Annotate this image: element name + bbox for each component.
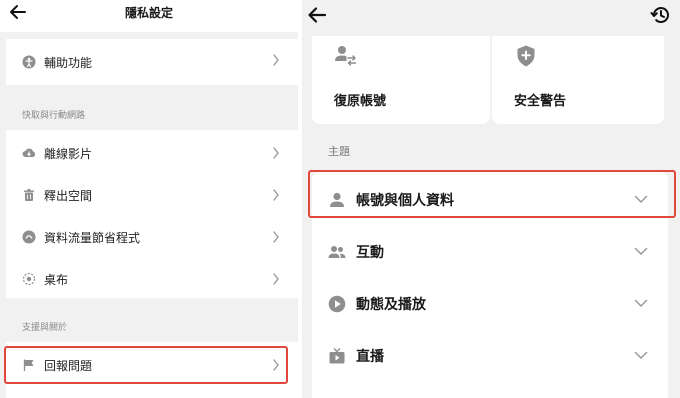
cache-network-card: 離線影片 釋出空間 資料流量節省程式 桌布 [6,130,298,298]
chevron-right-icon [273,359,279,371]
tile-restore-account[interactable]: 復原帳號 [312,36,490,124]
topic-label: 互動 [356,245,384,261]
settings-item-label: 輔助功能 [44,55,93,70]
topic-live[interactable]: 直播 [312,330,668,382]
right-header [302,0,680,32]
live-tv-icon [328,347,346,365]
trash-icon [22,188,36,202]
privacy-settings-panel: 隱私設定 輔助功能 快取與行動網路 離線影片 釋出空間 資料流量節省程式 桌布 … [0,0,298,398]
tile-label: 復原帳號 [334,94,387,109]
section-header-support: 支援與關於 [22,323,68,333]
settings-item-report-problem[interactable]: 回報問題 [6,344,298,386]
chevron-down-icon [634,195,648,204]
chevron-right-icon [273,54,279,66]
left-header: 隱私設定 [0,0,298,32]
accessibility-icon [22,55,36,69]
page-title: 隱私設定 [124,6,173,20]
settings-item-label: 桌布 [44,272,69,287]
settings-item-free-space[interactable]: 釋出空間 [6,174,298,216]
topic-account-profile[interactable]: 帳號與個人資料 [312,174,668,226]
back-arrow-icon[interactable] [306,4,328,26]
topic-label: 動態及播放 [356,297,426,313]
settings-item-accessibility[interactable]: 輔助功能 [6,39,298,85]
topic-label: 直播 [356,349,384,365]
history-icon[interactable] [650,4,672,26]
settings-item-label: 資料流量節省程式 [44,230,141,245]
topic-label: 帳號與個人資料 [356,193,454,209]
topic-interaction[interactable]: 互動 [312,226,668,278]
settings-item-label: 回報問題 [44,358,93,373]
support-card: 回報問題 [6,342,298,398]
cloud-download-icon [22,146,36,160]
wallpaper-icon [22,272,36,286]
chevron-down-icon [634,351,648,360]
people-icon [328,243,346,261]
data-saver-icon [22,230,36,244]
tile-label: 安全警告 [514,94,567,109]
person-icon [328,191,346,209]
section-header-topics: 主題 [328,145,350,158]
settings-item-label: 離線影片 [44,146,93,161]
help-topics-panel: 復原帳號 安全警告 主題 帳號與個人資料 互動 動態及播放 直播 [302,0,680,398]
settings-item-wallpaper[interactable]: 桌布 [6,258,298,300]
topics-card: 帳號與個人資料 互動 動態及播放 直播 [312,172,668,398]
flag-icon [22,358,36,372]
chevron-right-icon [273,189,279,201]
play-circle-icon [328,295,346,313]
chevron-right-icon [273,231,279,243]
shield-plus-icon [517,45,535,67]
chevron-right-icon [273,273,279,285]
switch-account-icon [335,46,357,66]
section-header-cache: 快取與行動網路 [22,111,86,121]
topic-feed-playback[interactable]: 動態及播放 [312,278,668,330]
chevron-down-icon [634,247,648,256]
tile-security-warning[interactable]: 安全警告 [492,36,664,124]
chevron-right-icon [273,147,279,159]
chevron-down-icon [634,299,648,308]
settings-item-offline-videos[interactable]: 離線影片 [6,132,298,174]
accessibility-card: 輔助功能 [6,39,298,85]
settings-item-label: 釋出空間 [44,188,93,203]
settings-item-data-saver[interactable]: 資料流量節省程式 [6,216,298,258]
